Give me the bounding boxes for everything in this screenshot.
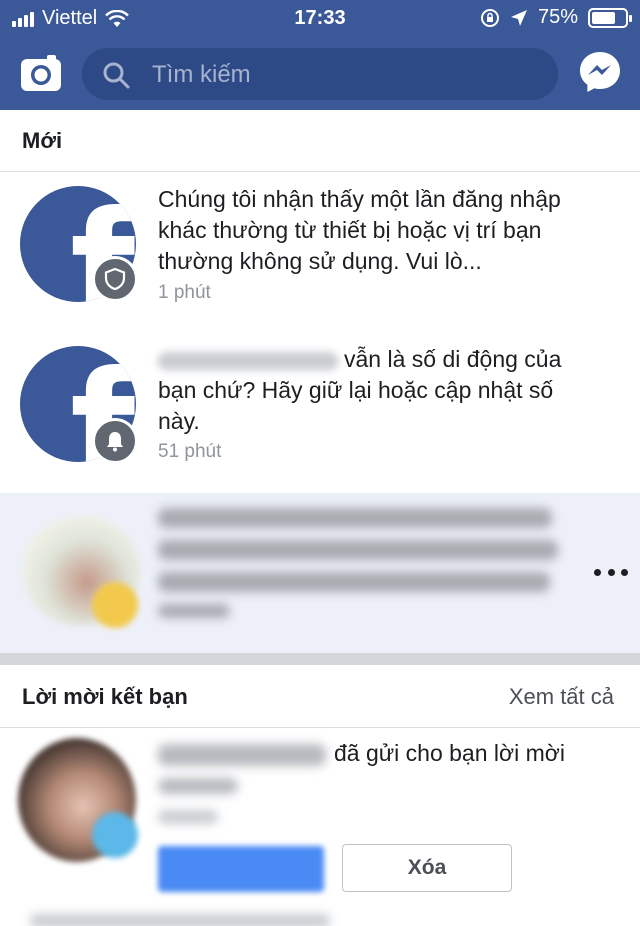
location-icon (510, 9, 527, 26)
friend-request-text: đã gửi cho bạn lời mời (158, 738, 565, 769)
section-title-friend-requests: Lời mời kết bạn (22, 684, 188, 709)
redacted-time (158, 810, 218, 824)
app-header: Viettel 17:33 75% Tìm kiếm (0, 0, 640, 110)
rotation-lock-icon (480, 8, 499, 27)
section-divider (0, 653, 640, 665)
delete-button[interactable]: Xóa (342, 844, 512, 892)
battery-fill (592, 11, 615, 24)
redacted-text (158, 778, 238, 794)
notification-item[interactable]: f vẫn là số di động của bạn chứ? Hãy giữ… (0, 330, 640, 490)
messenger-icon[interactable] (578, 50, 622, 94)
notification-badge (92, 256, 138, 302)
notification-badge (92, 418, 138, 464)
confirm-button[interactable] (158, 846, 324, 892)
more-icon[interactable] (594, 564, 628, 580)
redacted-text (158, 540, 558, 560)
search-input[interactable]: Tìm kiếm (82, 48, 558, 100)
notification-item[interactable]: f Chúng tôi nhận thấy một lần đăng nhập … (0, 172, 640, 322)
redacted-text (158, 572, 550, 592)
redacted-time (158, 604, 230, 618)
redacted-text (30, 914, 330, 926)
search-icon (103, 62, 130, 89)
status-bar: Viettel 17:33 75% (0, 0, 640, 38)
bell-icon (107, 432, 123, 452)
nav-row: Tìm kiếm (0, 44, 640, 104)
redacted-text (158, 508, 552, 528)
friend-request-badge (92, 812, 138, 858)
friend-request-message: đã gửi cho bạn lời mời (334, 740, 565, 766)
notification-text: vẫn là số di động của bạn chứ? Hãy giữ l… (158, 344, 598, 437)
shield-icon (104, 267, 126, 291)
status-right: 75% (480, 6, 632, 29)
notification-badge (92, 582, 138, 628)
section-title-new: Mới (22, 128, 63, 153)
camera-icon[interactable] (20, 52, 62, 94)
notification-time: 51 phút (158, 441, 222, 462)
redacted-phone-number (158, 351, 338, 370)
notification-text: Chúng tôi nhận thấy một lần đăng nhập kh… (158, 186, 561, 274)
search-placeholder: Tìm kiếm (152, 61, 251, 88)
battery-icon (588, 7, 632, 28)
notification-time: 1 phút (158, 282, 211, 303)
redacted-name (158, 743, 326, 766)
divider (0, 727, 640, 728)
battery-percent: 75% (537, 6, 578, 28)
see-all-link[interactable]: Xem tất cả (509, 684, 614, 710)
